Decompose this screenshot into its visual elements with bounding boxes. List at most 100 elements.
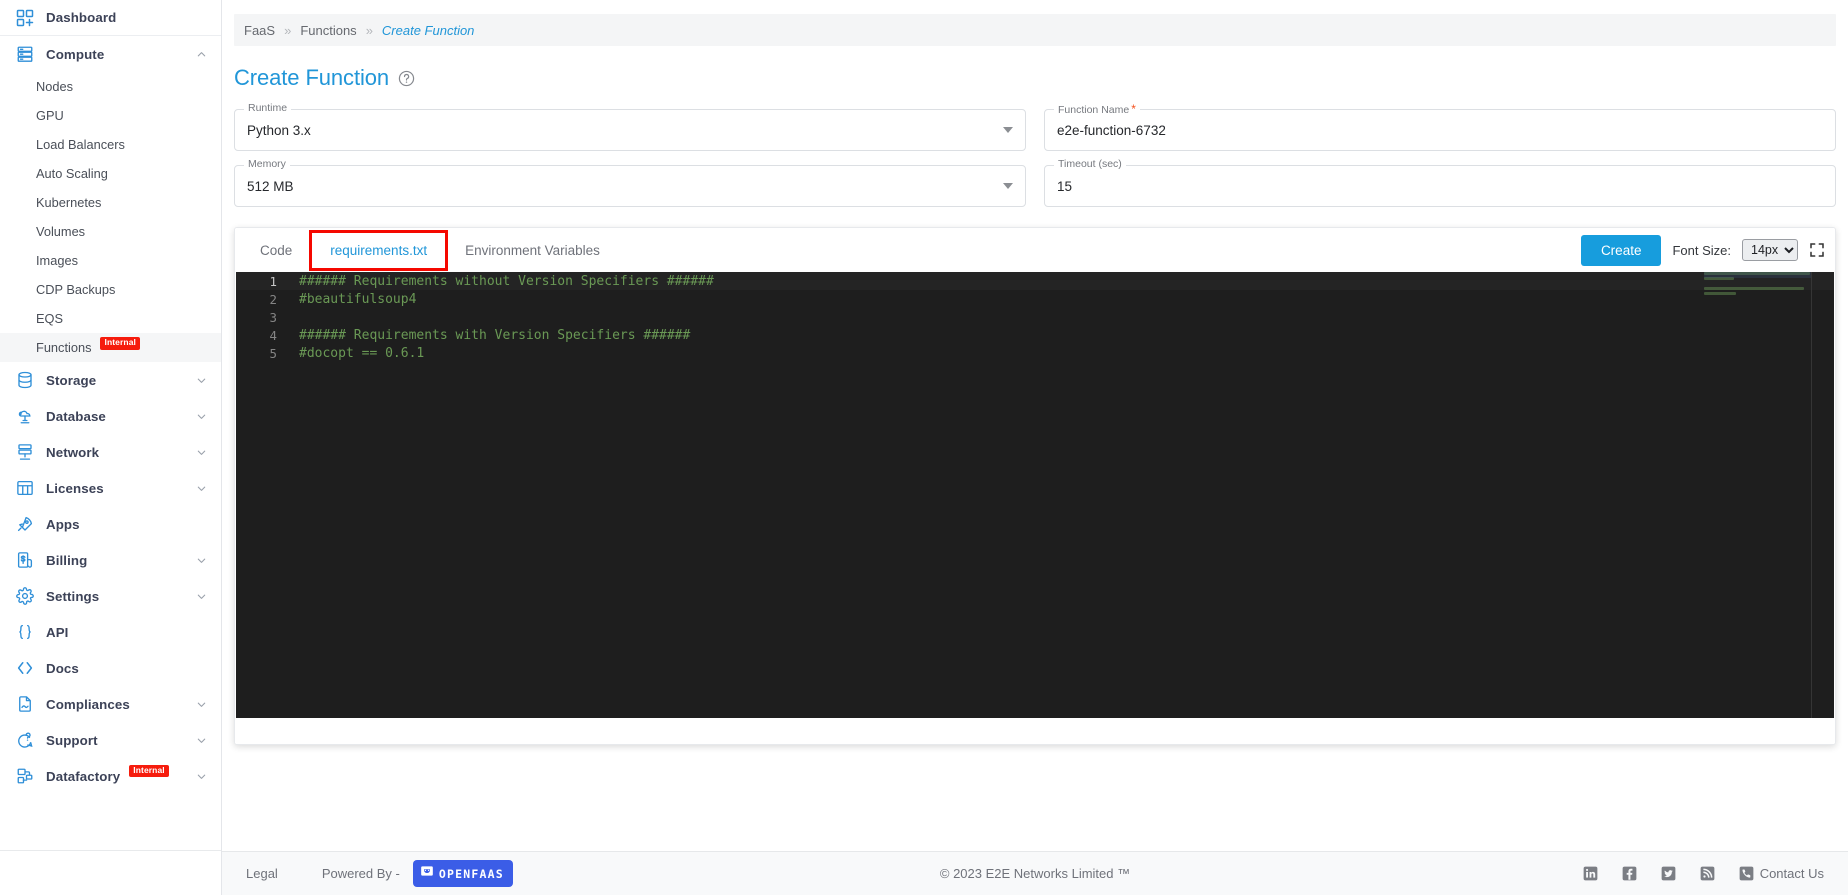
powered-by-block: Powered By - OPENFAAS bbox=[322, 860, 513, 887]
chevron-down-icon[interactable] bbox=[196, 591, 207, 602]
question-circle-icon[interactable] bbox=[398, 70, 415, 87]
required-marker: * bbox=[1131, 102, 1136, 116]
twitter-icon[interactable] bbox=[1661, 866, 1676, 881]
minimap-line bbox=[1704, 287, 1804, 290]
sidebar-group-apps[interactable]: Apps bbox=[0, 506, 221, 542]
memory-value: 512 MB bbox=[247, 178, 294, 194]
sidebar-group-label: Compliances bbox=[46, 696, 130, 712]
sidebar-group-network[interactable]: Network bbox=[0, 434, 221, 470]
sidebar-item-label: Functions bbox=[36, 340, 92, 355]
sidebar-item-eqs[interactable]: EQS bbox=[0, 304, 221, 333]
editor-footer-spacer bbox=[235, 722, 1835, 744]
network-icon bbox=[14, 441, 36, 463]
tab-environment-variables[interactable]: Environment Variables bbox=[446, 232, 619, 269]
sidebar-group-storage[interactable]: Storage bbox=[0, 362, 221, 398]
code-line[interactable]: 5 #docopt == 0.6.1 bbox=[236, 345, 1834, 363]
editor-minimap[interactable] bbox=[1704, 272, 1812, 718]
minimap-border bbox=[1811, 272, 1812, 718]
line-number: 4 bbox=[269, 328, 277, 344]
facebook-icon[interactable] bbox=[1622, 866, 1637, 881]
runtime-value: Python 3.x bbox=[247, 122, 311, 138]
sidebar-group-api[interactable]: API bbox=[0, 614, 221, 650]
sidebar-item-functions[interactable]: Functions Internal bbox=[0, 333, 221, 362]
chevron-down-icon[interactable] bbox=[196, 699, 207, 710]
sidebar-item-load-balancers[interactable]: Load Balancers bbox=[0, 130, 221, 159]
sidebar-item-auto-scaling[interactable]: Auto Scaling bbox=[0, 159, 221, 188]
tab-code[interactable]: Code bbox=[241, 232, 311, 269]
chevron-down-icon[interactable] bbox=[196, 411, 207, 422]
breadcrumb-item-functions[interactable]: Functions bbox=[300, 23, 356, 38]
code-line[interactable]: 3 bbox=[236, 308, 1834, 326]
sidebar-group-datafactory[interactable]: Datafactory Internal bbox=[0, 758, 221, 794]
editor-card: Code requirements.txt Environment Variable… bbox=[234, 227, 1836, 745]
sidebar-item-dashboard[interactable]: Dashboard bbox=[0, 0, 221, 36]
chevron-down-icon[interactable] bbox=[196, 375, 207, 386]
sidebar-group-label: Billing bbox=[46, 552, 88, 568]
sidebar-item-label: Nodes bbox=[36, 79, 73, 94]
chevron-down-icon[interactable] bbox=[196, 447, 207, 458]
sidebar-group-label: Network bbox=[46, 444, 100, 460]
legal-link[interactable]: Legal bbox=[246, 866, 278, 881]
runtime-select[interactable]: Runtime Python 3.x bbox=[234, 103, 1026, 151]
chevron-down-icon[interactable] bbox=[196, 771, 207, 782]
chevron-up-icon[interactable] bbox=[196, 49, 207, 60]
sidebar: Dashboard Compute Nodes GPU Load Balancers A… bbox=[0, 0, 222, 895]
code-line[interactable]: 2 #beautifulsoup4 bbox=[236, 290, 1834, 308]
openfaas-badge[interactable]: OPENFAAS bbox=[412, 860, 513, 887]
timeout-field[interactable]: Timeout (sec) 15 bbox=[1044, 159, 1836, 207]
sidebar-group-label: Database bbox=[46, 408, 106, 424]
sidebar-item-label: Kubernetes bbox=[36, 195, 102, 210]
chevron-down-icon[interactable] bbox=[196, 483, 207, 494]
sidebar-item-volumes[interactable]: Volumes bbox=[0, 217, 221, 246]
sidebar-item-nodes[interactable]: Nodes bbox=[0, 72, 221, 101]
breadcrumb: FaaS » Functions » Create Function bbox=[234, 14, 1836, 46]
timeout-value: 15 bbox=[1057, 178, 1073, 194]
powered-by-label: Powered By - bbox=[321, 866, 400, 881]
footer: Legal Powered By - OPENFAAS © 2023 E2E N… bbox=[222, 851, 1848, 895]
minimap-viewport[interactable] bbox=[1704, 272, 1812, 278]
tab-requirements-txt[interactable]: requirements.txt bbox=[309, 229, 449, 271]
sidebar-group-settings[interactable]: Settings bbox=[0, 578, 221, 614]
font-size-label: Font Size: bbox=[1672, 242, 1731, 258]
sidebar-group-docs[interactable]: Docs bbox=[0, 650, 221, 686]
sidebar-group-licenses[interactable]: Licenses bbox=[0, 470, 221, 506]
function-name-field[interactable]: Function Name * e2e-function-6732 bbox=[1044, 103, 1836, 151]
sidebar-groups: Compute Nodes GPU Load Balancers Auto Scalin… bbox=[0, 36, 221, 794]
code-line[interactable]: 1 ###### Requirements without Version Spe… bbox=[236, 272, 1834, 291]
create-button[interactable]: Create bbox=[1580, 234, 1662, 266]
function-name-value: e2e-function-6732 bbox=[1057, 122, 1166, 138]
code-line-text: ###### Requirements with Version Specifi… bbox=[299, 328, 691, 344]
chevron-down-icon[interactable] bbox=[196, 735, 207, 746]
chevron-down-icon[interactable] bbox=[196, 555, 207, 566]
runtime-label: Runtime bbox=[244, 103, 292, 114]
sidebar-group-database[interactable]: Database bbox=[0, 398, 221, 434]
sidebar-item-kubernetes[interactable]: Kubernetes bbox=[0, 188, 221, 217]
copyright-text: © 2023 E2E Networks Limited ™ bbox=[939, 865, 1131, 881]
sidebar-group-label: Settings bbox=[46, 588, 100, 604]
contact-us-label: Contact Us bbox=[1759, 866, 1824, 881]
code-lines: 1 ###### Requirements without Version Spe… bbox=[236, 272, 1834, 363]
sidebar-item-gpu[interactable]: GPU bbox=[0, 101, 221, 130]
sidebar-group-billing[interactable]: Billing bbox=[0, 542, 221, 578]
sidebar-item-cdp-backups[interactable]: CDP Backups bbox=[0, 275, 221, 304]
function-name-label-text: Function Name bbox=[1058, 104, 1130, 116]
code-line[interactable]: 4 ###### Requirements with Version Specif… bbox=[236, 327, 1834, 345]
sidebar-item-images[interactable]: Images bbox=[0, 246, 221, 275]
font-size-select[interactable]: 10px12px14px16px18px20px bbox=[1742, 239, 1798, 261]
sidebar-group-support[interactable]: Support bbox=[0, 722, 221, 758]
breadcrumb-separator: » bbox=[284, 22, 292, 38]
linkedin-icon[interactable] bbox=[1583, 866, 1598, 881]
openfaas-label: OPENFAAS bbox=[438, 866, 504, 881]
fullscreen-expand-icon[interactable] bbox=[1809, 242, 1825, 258]
content-scroll: FaaS » Functions » Create Function Creat… bbox=[222, 0, 1848, 851]
contact-us-link[interactable]: Contact Us bbox=[1739, 866, 1824, 881]
sidebar-item-label: Auto Scaling bbox=[36, 166, 108, 181]
sidebar-group-compliances[interactable]: Compliances bbox=[0, 686, 221, 722]
code-editor[interactable]: 1 ###### Requirements without Version Spe… bbox=[236, 272, 1834, 718]
sidebar-group-label: API bbox=[46, 624, 69, 640]
rss-icon[interactable] bbox=[1700, 866, 1715, 881]
breadcrumb-item-faas[interactable]: FaaS bbox=[244, 23, 275, 38]
memory-select[interactable]: Memory 512 MB bbox=[234, 159, 1026, 207]
braces-icon bbox=[14, 621, 36, 643]
sidebar-group-compute[interactable]: Compute bbox=[0, 36, 221, 72]
